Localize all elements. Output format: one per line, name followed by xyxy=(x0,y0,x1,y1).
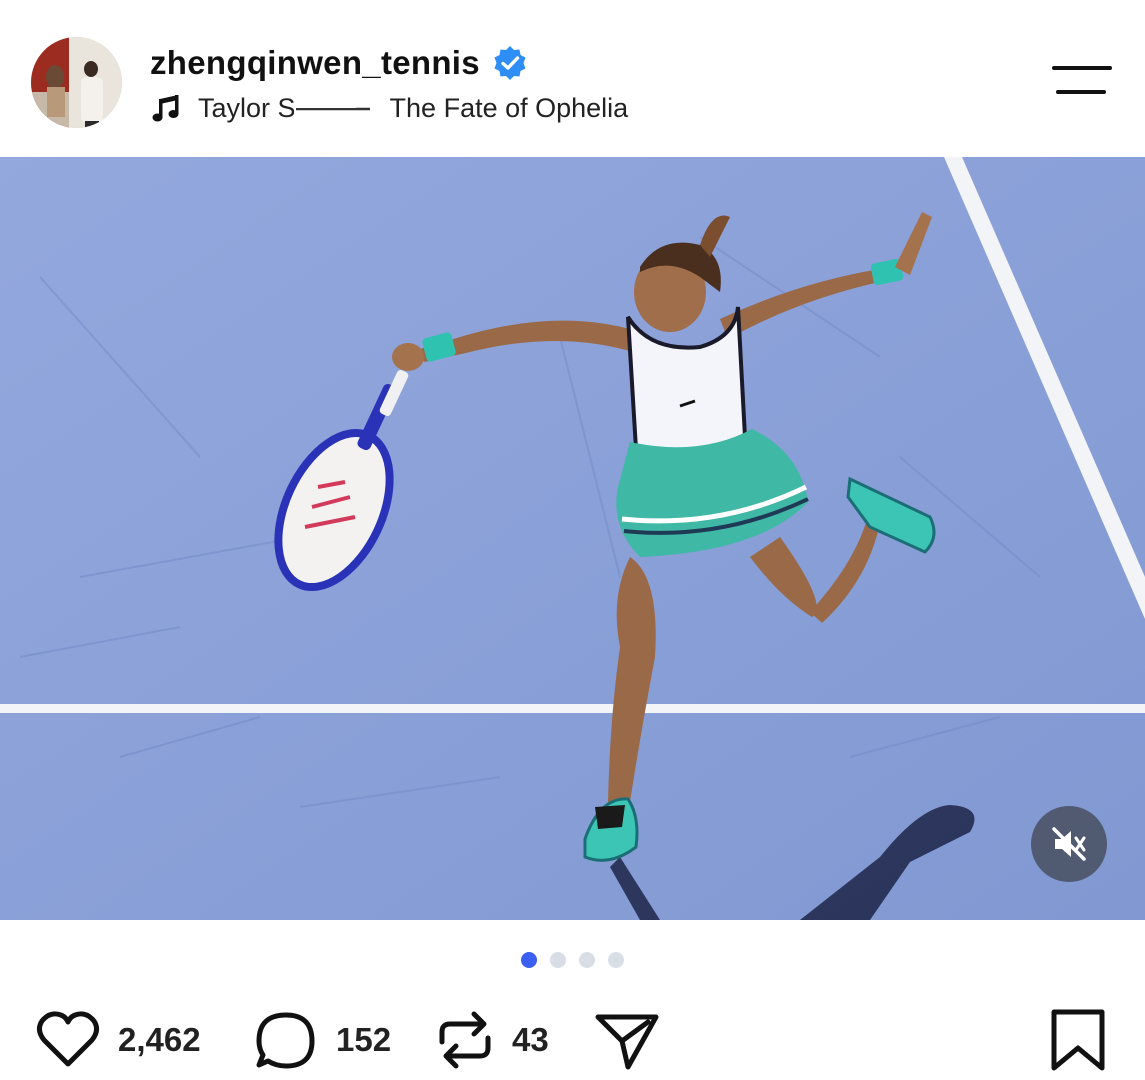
username[interactable]: zhengqinwen_tennis xyxy=(150,44,480,82)
menu-icon[interactable] xyxy=(1052,62,1114,98)
repost-icon xyxy=(439,1011,491,1069)
username-row: zhengqinwen_tennis xyxy=(150,42,528,84)
music-song-title: The Fate of Ophelia xyxy=(389,92,629,123)
tennis-player-image xyxy=(0,157,1145,920)
comment-count: 152 xyxy=(336,1021,392,1058)
share-icon xyxy=(595,1014,659,1070)
repost-button[interactable]: 43 xyxy=(436,1005,549,1075)
repost-count: 43 xyxy=(512,1021,549,1058)
save-button[interactable] xyxy=(1050,1005,1106,1075)
avatar[interactable] xyxy=(31,37,122,128)
music-artist: Taylor S xyxy=(198,92,296,123)
music-note-icon xyxy=(150,92,182,124)
carousel-dot-1[interactable] xyxy=(521,952,537,968)
heart-icon xyxy=(36,1011,100,1067)
mute-toggle-button[interactable] xyxy=(1031,806,1107,882)
comment-icon xyxy=(256,1012,315,1069)
music-attribution[interactable]: Taylor S The Fate of Ophelia xyxy=(150,88,628,128)
muted-speaker-icon xyxy=(1052,827,1086,861)
like-count: 2,462 xyxy=(118,1021,201,1058)
verified-badge-icon xyxy=(492,45,528,81)
redaction-mark xyxy=(293,88,376,128)
carousel-dot-3[interactable] xyxy=(579,952,595,968)
share-button[interactable] xyxy=(594,1005,660,1075)
post-photo[interactable] xyxy=(0,157,1145,920)
action-bar: 2,462 152 43 xyxy=(0,1005,1145,1075)
carousel-dot-4[interactable] xyxy=(608,952,624,968)
carousel-dot-2[interactable] xyxy=(550,952,566,968)
carousel-indicator xyxy=(0,952,1145,972)
like-button[interactable]: 2,462 xyxy=(36,1005,201,1075)
post-header: zhengqinwen_tennis Taylor S The Fate of … xyxy=(0,0,1145,157)
comment-button[interactable]: 152 xyxy=(254,1005,391,1075)
bookmark-icon xyxy=(1051,1009,1105,1071)
